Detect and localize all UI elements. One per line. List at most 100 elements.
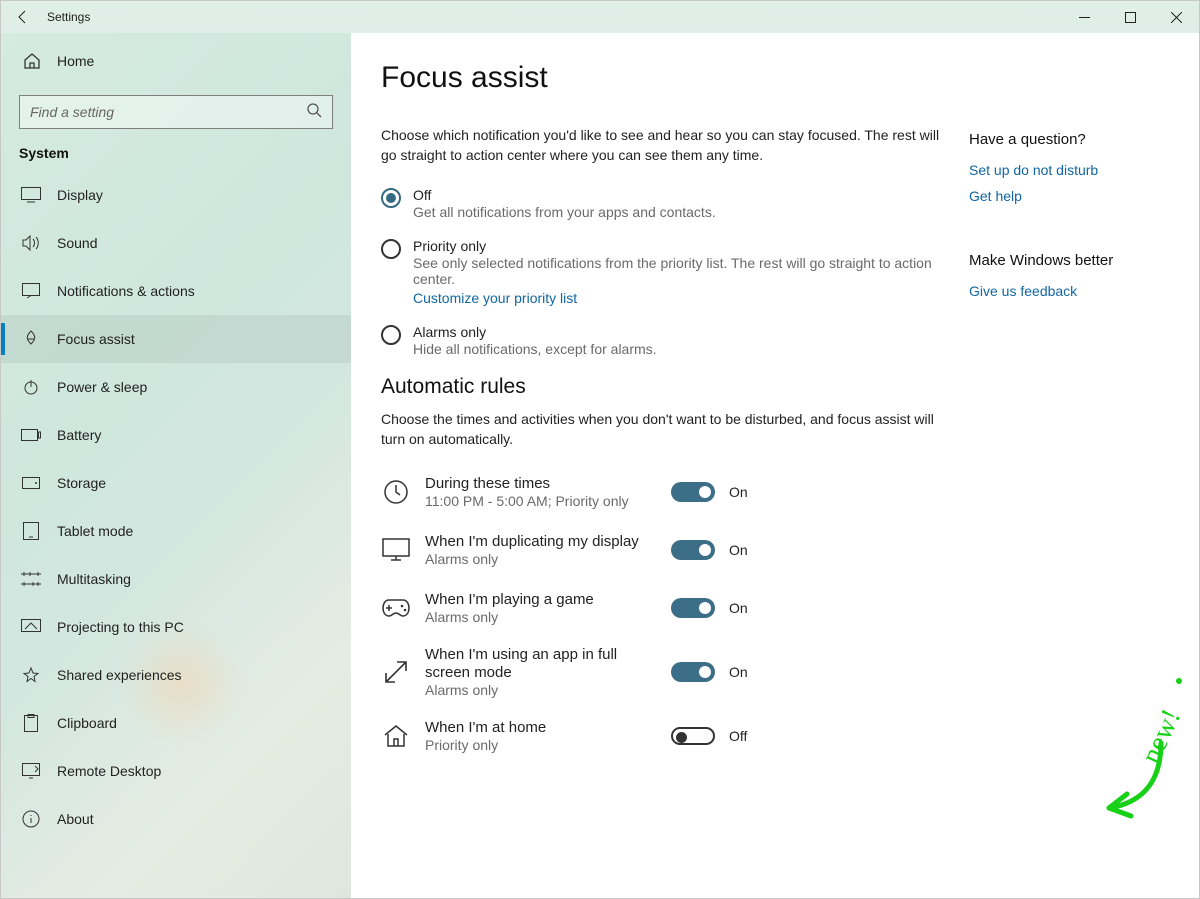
rule-title: When I'm at home <box>425 719 665 737</box>
rule-duplicating-display[interactable]: When I'm duplicating my displayAlarms on… <box>381 521 941 579</box>
titlebar: Settings <box>1 1 1199 33</box>
radio-sub: See only selected notifications from the… <box>413 255 941 287</box>
radio-icon <box>381 239 401 259</box>
sidebar-item-label: Remote Desktop <box>57 763 161 779</box>
rule-title: During these times <box>425 475 665 493</box>
sidebar-item-label: Projecting to this PC <box>57 619 184 635</box>
rules-description: Choose the times and activities when you… <box>381 409 941 449</box>
link-get-help[interactable]: Get help <box>969 188 1161 204</box>
link-set-up-dnd[interactable]: Set up do not disturb <box>969 162 1161 178</box>
sidebar-item-sound[interactable]: Sound <box>1 219 351 267</box>
gamepad-icon <box>381 593 411 623</box>
sidebar-item-projecting[interactable]: Projecting to this PC <box>1 603 351 651</box>
battery-icon <box>19 429 43 441</box>
toggle-playing-game[interactable] <box>671 598 715 618</box>
sidebar-home-label: Home <box>57 53 94 69</box>
sidebar-item-battery[interactable]: Battery <box>1 411 351 459</box>
sidebar-item-label: Display <box>57 187 103 203</box>
radio-off[interactable]: Off Get all notifications from your apps… <box>381 187 941 220</box>
home-rule-icon <box>381 721 411 751</box>
page-description: Choose which notification you'd like to … <box>381 125 941 165</box>
rule-at-home[interactable]: When I'm at homePriority only Off <box>381 707 941 765</box>
multitasking-icon <box>19 572 43 586</box>
sidebar-section-title: System <box>1 145 351 171</box>
sidebar-item-storage[interactable]: Storage <box>1 459 351 507</box>
radio-priority-only[interactable]: Priority only See only selected notifica… <box>381 238 941 306</box>
rule-sub: Priority only <box>425 737 665 753</box>
back-button[interactable] <box>9 3 37 31</box>
projecting-icon <box>19 619 43 635</box>
sidebar-item-display[interactable]: Display <box>1 171 351 219</box>
sidebar-home[interactable]: Home <box>1 41 351 81</box>
sidebar-item-label: Battery <box>57 427 101 443</box>
toggle-state: On <box>729 664 748 680</box>
sidebar-item-clipboard[interactable]: Clipboard <box>1 699 351 747</box>
maximize-button[interactable] <box>1107 1 1153 33</box>
sidebar-item-notifications[interactable]: Notifications & actions <box>1 267 351 315</box>
radio-sub: Get all notifications from your apps and… <box>413 204 716 220</box>
rule-title: When I'm playing a game <box>425 591 665 609</box>
sidebar-item-multitasking[interactable]: Multitasking <box>1 555 351 603</box>
aside-question-heading: Have a question? <box>969 131 1161 148</box>
sidebar-item-shared-experiences[interactable]: Shared experiences <box>1 651 351 699</box>
link-feedback[interactable]: Give us feedback <box>969 283 1161 299</box>
toggle-state: On <box>729 542 748 558</box>
rule-title: When I'm duplicating my display <box>425 533 665 551</box>
radio-label: Off <box>413 187 716 203</box>
sidebar-item-tablet-mode[interactable]: Tablet mode <box>1 507 351 555</box>
toggle-during-times[interactable] <box>671 482 715 502</box>
toggle-duplicating-display[interactable] <box>671 540 715 560</box>
about-icon <box>19 810 43 828</box>
close-button[interactable] <box>1153 1 1199 33</box>
search-input-container[interactable] <box>19 95 333 129</box>
radio-icon <box>381 325 401 345</box>
sidebar-item-label: Focus assist <box>57 331 135 347</box>
window-title: Settings <box>47 10 90 24</box>
sidebar-item-about[interactable]: About <box>1 795 351 843</box>
sound-icon <box>19 235 43 251</box>
clipboard-icon <box>19 714 43 732</box>
rule-playing-game[interactable]: When I'm playing a gameAlarms only On <box>381 579 941 637</box>
toggle-state: On <box>729 600 748 616</box>
notifications-icon <box>19 283 43 299</box>
display-icon <box>19 187 43 203</box>
toggle-state: On <box>729 484 748 500</box>
rule-during-times[interactable]: During these times11:00 PM - 5:00 AM; Pr… <box>381 463 941 521</box>
aside-feedback-heading: Make Windows better <box>969 252 1161 269</box>
fullscreen-icon <box>381 657 411 687</box>
focus-assist-icon <box>19 330 43 348</box>
sidebar-item-label: Storage <box>57 475 106 491</box>
search-icon <box>306 102 322 123</box>
search-input[interactable] <box>30 104 306 120</box>
power-icon <box>19 378 43 396</box>
sidebar: Home System Display Sound Notifications … <box>1 33 351 898</box>
rule-sub: Alarms only <box>425 682 665 698</box>
radio-alarms-only[interactable]: Alarms only Hide all notifications, exce… <box>381 324 941 357</box>
rule-title: When I'm using an app in full screen mod… <box>425 646 665 682</box>
shared-icon <box>19 666 43 684</box>
sidebar-item-power-sleep[interactable]: Power & sleep <box>1 363 351 411</box>
radio-sub: Hide all notifications, except for alarm… <box>413 341 657 357</box>
radio-label: Alarms only <box>413 324 657 340</box>
minimize-button[interactable] <box>1061 1 1107 33</box>
sidebar-item-label: Clipboard <box>57 715 117 731</box>
tablet-icon <box>19 522 43 540</box>
rule-fullscreen-app[interactable]: When I'm using an app in full screen mod… <box>381 637 941 707</box>
customize-priority-link[interactable]: Customize your priority list <box>413 290 941 306</box>
remote-desktop-icon <box>19 763 43 779</box>
home-icon <box>21 52 43 70</box>
toggle-at-home[interactable] <box>671 727 715 745</box>
page-title: Focus assist <box>381 61 941 95</box>
rule-sub: Alarms only <box>425 609 665 625</box>
rule-sub: 11:00 PM - 5:00 AM; Priority only <box>425 493 665 509</box>
sidebar-item-remote-desktop[interactable]: Remote Desktop <box>1 747 351 795</box>
sidebar-item-label: Shared experiences <box>57 667 182 683</box>
storage-icon <box>19 477 43 489</box>
radio-icon <box>381 188 401 208</box>
toggle-fullscreen-app[interactable] <box>671 662 715 682</box>
sidebar-item-label: Power & sleep <box>57 379 147 395</box>
sidebar-item-label: Multitasking <box>57 571 131 587</box>
rules-heading: Automatic rules <box>381 375 941 399</box>
radio-label: Priority only <box>413 238 941 254</box>
sidebar-item-focus-assist[interactable]: Focus assist <box>1 315 351 363</box>
